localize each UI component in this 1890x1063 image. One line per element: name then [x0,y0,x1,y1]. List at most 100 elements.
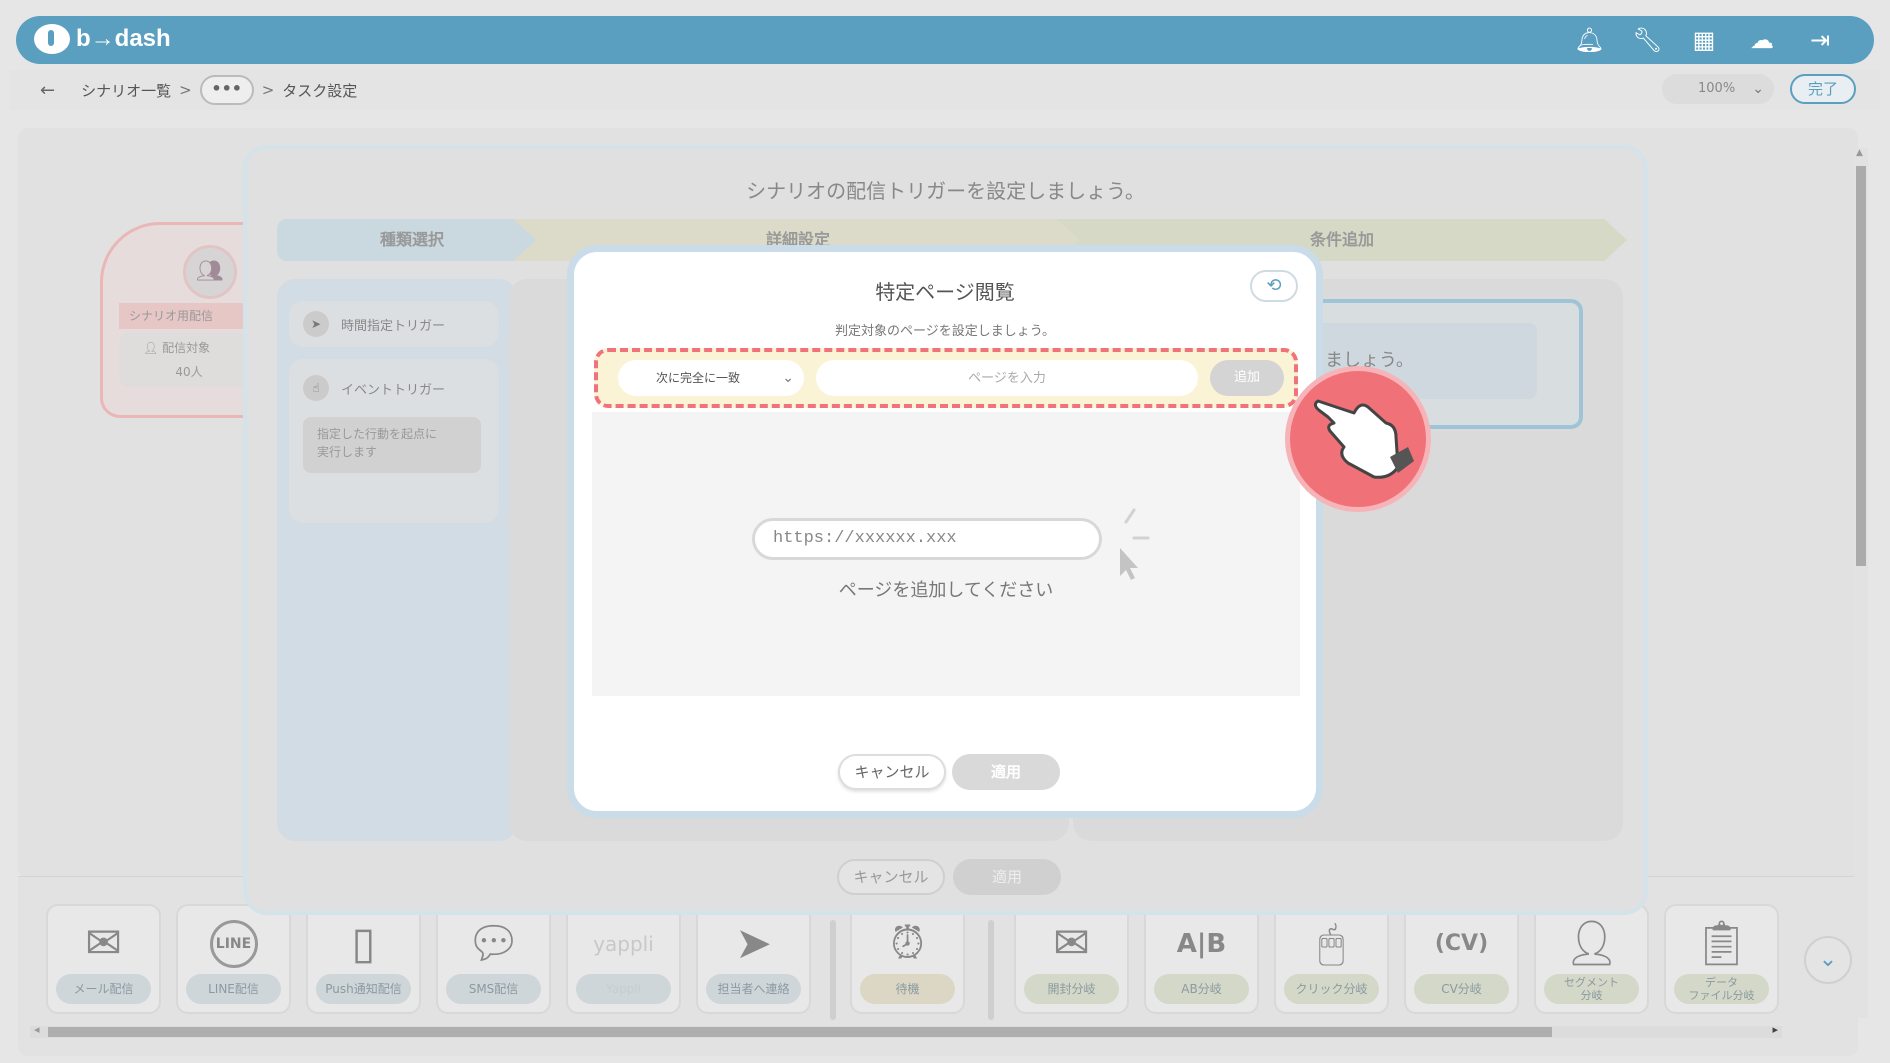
send-arrow-icon: ➤ [303,311,329,337]
breadcrumb-more-button[interactable]: ••• [199,75,254,105]
tool-label: Yappli [576,974,671,1004]
scroll-right-arrow-icon[interactable]: ▸ [1772,1023,1778,1036]
pointing-hand-icon [1285,366,1431,512]
tool-label: クリック分岐 [1284,974,1379,1004]
specific-page-view-modal: 特定ページ閲覧 ⟲ 判定対象のページを設定しましょう。 次に完全に一致 ⌄ 追加… [567,245,1323,818]
step-type-select[interactable]: 種類選択 [277,219,547,261]
node-target-label: 👤︎ 配信対象 [143,341,211,355]
tool-push-delivery[interactable]: ▯ Push通知配信 [306,904,421,1014]
mail-icon: ✉ [85,918,122,969]
tool-data-file-branch[interactable]: 📋︎ データ ファイル分岐 [1664,904,1779,1014]
tool-label: セグメント 分岐 [1544,974,1639,1004]
cursor-click-icon [1120,508,1150,580]
mouse-icon: 🖱︎ [1318,918,1345,969]
node-target-count: 40人 [175,365,203,379]
group-users-icon: 👥︎ [183,245,237,299]
data-file-icon: 📋︎ [1693,918,1750,969]
tool-mail-delivery[interactable]: ✉ メール配信 [46,904,161,1014]
tool-segment-branch[interactable]: 👤︎ セグメント 分岐 [1534,904,1649,1014]
push-icon: ▯ [351,918,376,969]
scroll-up-arrow-icon[interactable]: ▲ [1856,148,1863,158]
breadcrumb-current: タスク設定 [282,81,358,100]
vertical-scroll-thumb[interactable] [1856,166,1866,566]
paper-plane-icon: ➤ [735,918,772,969]
trigger-type-panel: ➤ 時間指定トリガー ☝ イベントトリガー 指定した行動を起点に 実行します [277,279,517,841]
history-icon[interactable]: ⟲ [1250,270,1298,302]
tool-label: Push通知配信 [316,974,411,1004]
tool-contact-staff[interactable]: ➤ 担当者へ連絡 [696,904,811,1014]
tool-label: メール配信 [56,974,151,1004]
header-icons: 🔔︎ 🔧︎ ▦ ☁ ⇥ [1574,26,1834,54]
event-trigger-description: 指定した行動を起点に 実行します [303,417,481,473]
scenario-start-node[interactable]: 👥︎ シナリオ用配信 👤︎ 配信対象 40人 [100,222,259,418]
wizard-cancel-button[interactable]: キャンセル [837,859,945,895]
tool-label: データ ファイル分岐 [1674,974,1769,1004]
tool-label: LINE配信 [186,974,281,1004]
line-icon: LINE [178,916,289,972]
event-trigger-option[interactable]: ☝ イベントトリガー 指定した行動を起点に 実行します [289,359,499,523]
tool-click-branch[interactable]: 🖱︎ クリック分岐 [1274,904,1389,1014]
page-list-empty-state: https://xxxxxx.xxx ページを追加してください [592,412,1300,696]
page-url-input[interactable] [816,360,1198,396]
chevron-down-icon: ⌄ [1752,81,1764,97]
logout-icon[interactable]: ⇥ [1806,26,1834,54]
breadcrumb-scenario-list[interactable]: シナリオ一覧 [81,80,171,101]
open-mail-icon: ✉ [1053,918,1090,969]
match-type-value: 次に完全に一致 [656,371,741,385]
tool-label: 担当者へ連絡 [706,974,801,1004]
tool-cv-branch[interactable]: (CV) CV分岐 [1404,904,1519,1014]
modal-title: 特定ページ閲覧 [875,280,1015,304]
pointer-hand-icon: ☝ [303,375,329,401]
horizontal-scroll-thumb[interactable] [48,1027,1552,1037]
tool-label: AB分岐 [1154,974,1249,1004]
tool-open-branch[interactable]: ✉ 開封分岐 [1014,904,1129,1014]
clock-icon: ⏰︎ [890,918,925,969]
toolbar-divider [830,920,836,1020]
wizard-title: シナリオの配信トリガーを設定しましょう。 [746,179,1145,203]
add-page-button[interactable]: 追加 [1210,360,1284,396]
scroll-left-arrow-icon[interactable]: ◂ [34,1023,40,1036]
url-illustration: https://xxxxxx.xxx [752,518,1102,560]
chevron-down-icon[interactable]: ⌄ [1804,936,1852,984]
tool-ab-branch[interactable]: A|B AB分岐 [1144,904,1259,1014]
match-type-select[interactable]: 次に完全に一致 ⌄ [618,360,804,396]
tool-sms-delivery[interactable]: 💬︎ SMS配信 [436,904,551,1014]
page-input-row: 次に完全に一致 ⌄ 追加 [594,348,1298,408]
empty-message: ページを追加してください [838,580,1054,601]
modal-apply-button[interactable]: 適用 [952,754,1060,790]
notification-cloud-icon[interactable]: ☁ [1748,26,1776,54]
back-arrow-icon[interactable]: ← [40,80,55,101]
modal-subtitle: 判定対象のページを設定しましょう。 [835,324,1055,339]
done-button[interactable]: 完了 [1790,74,1856,104]
tool-yappli[interactable]: yappli Yappli [566,904,681,1014]
horizontal-scrollbar[interactable]: ◂ ▸ [30,1023,1782,1038]
tool-wait[interactable]: ⏰︎ 待機 [850,904,965,1014]
bell-icon[interactable]: 🔔︎ [1574,26,1604,54]
tool-label: 待機 [860,974,955,1004]
tool-label: CV分岐 [1414,974,1509,1004]
top-header: b→dash 🔔︎ 🔧︎ ▦ ☁ ⇥ [16,16,1874,64]
wizard-apply-button[interactable]: 適用 [953,859,1061,895]
time-trigger-label: 時間指定トリガー [341,319,446,334]
bdash-logo[interactable]: b→dash [34,24,171,54]
chevron-down-icon: ⌄ [782,370,794,386]
node-title: シナリオ用配信 [119,303,259,329]
tool-label: 開封分岐 [1024,974,1119,1004]
toolbar-divider [988,920,994,1020]
vertical-scrollbar[interactable]: ▲ [1854,148,1868,1018]
modal-cancel-button[interactable]: キャンセル [838,754,946,790]
tool-label: SMS配信 [446,974,541,1004]
logo-bubble-icon [34,24,70,54]
segment-icon: 👤︎ [1563,918,1620,969]
zoom-value: 100% [1698,81,1736,96]
tool-line-delivery[interactable]: LINE LINE配信 [176,904,291,1014]
event-trigger-label: イベントトリガー [341,383,446,398]
time-trigger-option[interactable]: ➤ 時間指定トリガー [289,301,499,347]
wrench-icon[interactable]: 🔧︎ [1632,26,1662,54]
ab-icon: A|B [1176,929,1227,959]
yappli-icon: yappli [593,932,654,956]
grid-icon[interactable]: ▦ [1690,26,1718,54]
logo-text: b→dash [76,25,171,52]
zoom-select[interactable]: 100% ⌄ [1662,74,1774,104]
breadcrumb-bar: ← シナリオ一覧 > ••• > タスク設定 100% ⌄ 完了 [10,70,1880,110]
